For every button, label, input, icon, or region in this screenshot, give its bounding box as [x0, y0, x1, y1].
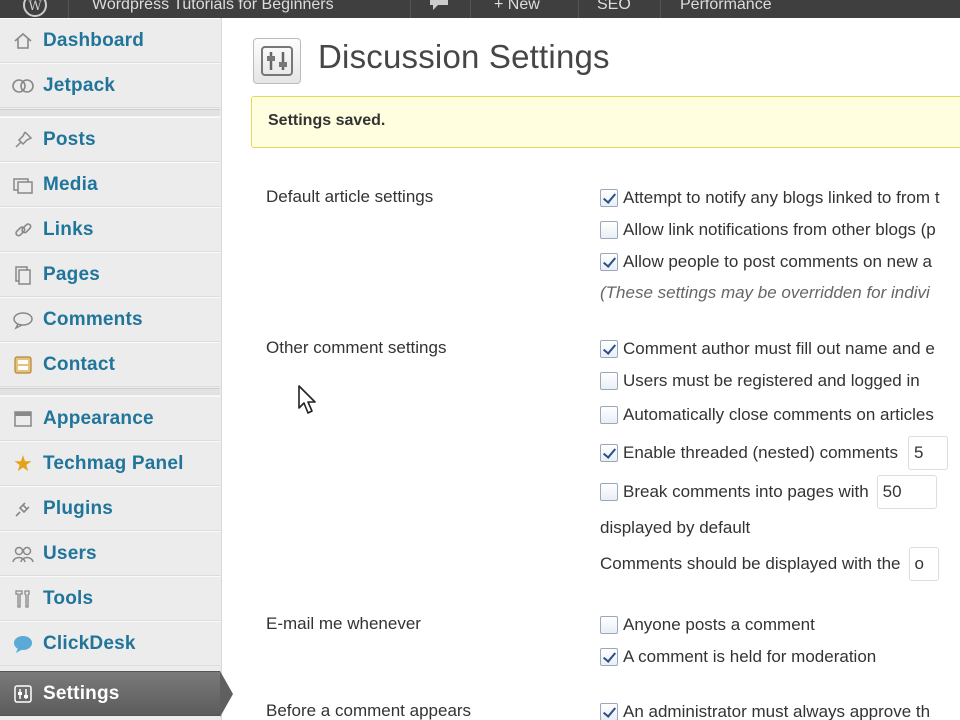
appearance-icon [10, 408, 36, 430]
sidebar-item-label: Media [43, 173, 98, 195]
comment-order-row: Comments should be displayed with the o [600, 547, 939, 581]
page-title: Discussion Settings [318, 38, 610, 75]
admin-bar: W Wordpress Tutorials for Beginners + Ne… [0, 0, 960, 18]
checkbox[interactable] [600, 406, 618, 424]
sidebar-item-plugins[interactable]: Plugins [0, 486, 220, 531]
new-content-button[interactable]: + New [494, 0, 540, 18]
checkbox[interactable] [600, 221, 618, 239]
main-content: Discussion Settings Settings saved. Defa… [222, 18, 960, 720]
settings-saved-notice: Settings saved. [251, 96, 960, 148]
checkbox[interactable] [600, 648, 618, 666]
sidebar-item-label: Settings [43, 682, 120, 704]
option-require-name-email[interactable]: Comment author must fill out name and e [600, 338, 935, 360]
option-notify-linked-blogs[interactable]: Attempt to notify any blogs linked to fr… [600, 187, 940, 209]
sidebar-item-contact[interactable]: Contact [0, 342, 220, 387]
checkbox[interactable] [600, 703, 618, 720]
displayed-by-default-text: displayed by default [600, 518, 751, 537]
option-allow-link-notifications[interactable]: Allow link notifications from other blog… [600, 219, 936, 241]
email-me-whenever-label: E-mail me whenever [266, 614, 421, 633]
sidebar-item-pages[interactable]: Pages [0, 252, 220, 297]
sidebar-item-techmag-panel[interactable]: ★ Techmag Panel [0, 441, 220, 486]
comments-per-page-input[interactable]: 50 [876, 475, 937, 509]
option-email-anyone-posts[interactable]: Anyone posts a comment [600, 614, 815, 636]
admin-sidebar: Dashboard Jetpack Posts Media Links Page… [0, 18, 233, 720]
sidebar-item-label: Plugins [43, 497, 114, 519]
sidebar-item-label: Posts [43, 128, 96, 150]
notice-text: Settings saved. [268, 112, 386, 129]
chat-icon [10, 633, 36, 655]
checkbox[interactable] [600, 372, 618, 390]
sidebar-item-jetpack[interactable]: Jetpack [0, 63, 220, 108]
mouse-cursor-icon [297, 384, 319, 421]
option-auto-close-comments[interactable]: Automatically close comments on articles [600, 404, 934, 426]
before-comment-appears-label: Before a comment appears [266, 701, 472, 720]
checkbox[interactable] [600, 189, 618, 207]
checkbox[interactable] [600, 616, 618, 634]
option-email-held-moderation[interactable]: A comment is held for moderation [600, 646, 876, 668]
sidebar-item-label: Contact [43, 353, 116, 375]
users-icon [10, 543, 36, 565]
link-icon [10, 219, 36, 241]
sidebar-item-links[interactable]: Links [0, 207, 220, 252]
sidebar-item-label: Users [43, 542, 97, 564]
sidebar-item-label: Jetpack [43, 74, 116, 96]
thread-depth-select[interactable]: 5 [908, 436, 948, 470]
performance-menu[interactable]: Performance [680, 0, 772, 18]
wordpress-logo-icon[interactable]: W [22, 0, 48, 18]
sidebar-item-settings[interactable]: Settings [0, 671, 220, 716]
sidebar-item-label: Pages [43, 263, 100, 285]
checkbox[interactable] [600, 483, 618, 501]
home-icon [10, 30, 36, 52]
sidebar-item-comments[interactable]: Comments [0, 297, 220, 342]
comments-bubble-icon[interactable] [428, 0, 450, 18]
sidebar-item-media[interactable]: Media [0, 162, 220, 207]
default-article-note: (These settings may be overridden for in… [600, 283, 930, 302]
pin-icon [10, 129, 36, 151]
comment-icon [10, 309, 36, 331]
jetpack-icon [10, 75, 36, 97]
sidebar-item-posts[interactable]: Posts [0, 117, 220, 162]
option-threaded-comments[interactable]: Enable threaded (nested) comments 5 [600, 436, 948, 470]
svg-text:W: W [28, 0, 42, 14]
option-break-comments-pages[interactable]: Break comments into pages with 50 [600, 475, 937, 509]
default-article-settings-label: Default article settings [266, 187, 434, 206]
option-require-registration[interactable]: Users must be registered and logged in [600, 370, 920, 392]
star-icon: ★ [13, 450, 33, 476]
settings-page-icon [253, 38, 301, 84]
checkbox[interactable] [600, 340, 618, 358]
sidebar-item-appearance[interactable]: Appearance [0, 396, 220, 441]
sidebar-item-label: Dashboard [43, 29, 145, 51]
media-icon [10, 174, 36, 196]
sidebar-item-label: Techmag Panel [43, 452, 184, 474]
sidebar-item-label: Tools [43, 587, 94, 609]
sidebar-item-label: ClickDesk [43, 632, 136, 654]
settings-icon [10, 683, 36, 705]
checkbox[interactable] [600, 253, 618, 271]
pages-icon [10, 264, 36, 286]
other-comment-settings-label: Other comment settings [266, 338, 447, 357]
sidebar-item-dashboard[interactable]: Dashboard [0, 18, 220, 63]
contact-icon [10, 354, 36, 376]
checkbox[interactable] [600, 444, 618, 462]
option-allow-comments-new-articles[interactable]: Allow people to post comments on new a [600, 251, 932, 273]
sidebar-item-clickdesk[interactable]: ClickDesk [0, 621, 220, 666]
comment-order-select[interactable]: o [908, 547, 939, 581]
tools-icon [10, 588, 36, 610]
site-title-link[interactable]: Wordpress Tutorials for Beginners [92, 0, 334, 18]
sidebar-item-label: Appearance [43, 407, 154, 429]
plug-icon [10, 498, 36, 520]
sidebar-item-label: Comments [43, 308, 143, 330]
seo-menu[interactable]: SEO [597, 0, 631, 18]
sidebar-item-tools[interactable]: Tools [0, 576, 220, 621]
option-admin-must-approve[interactable]: An administrator must always approve th [600, 701, 930, 720]
sidebar-item-users[interactable]: Users [0, 531, 220, 576]
sidebar-item-label: Links [43, 218, 94, 240]
